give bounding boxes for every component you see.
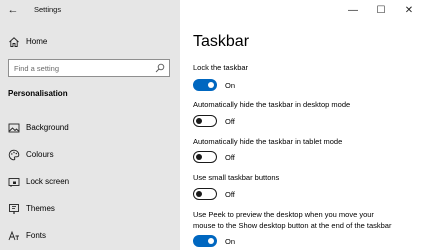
lock-screen-icon — [8, 178, 20, 187]
sidebar-item-label: Background — [26, 123, 69, 132]
setting-label-autohide-desktop: Automatically hide the taskbar in deskto… — [193, 100, 351, 109]
setting-label-peek-line2: mouse to the Show desktop button at the … — [193, 221, 392, 230]
search-input[interactable]: Find a setting — [8, 59, 170, 77]
toggle-lock-taskbar[interactable] — [193, 79, 217, 91]
sidebar-item-lock-screen[interactable]: Lock screen — [0, 171, 180, 193]
main-content: — ☐ ✕ Taskbar Lock the taskbar On Automa… — [180, 0, 423, 250]
toggle-state-label: Off — [225, 190, 235, 199]
page-title: Taskbar — [193, 33, 250, 50]
home-icon — [9, 37, 19, 47]
setting-label-peek-line1: Use Peek to preview the desktop when you… — [193, 210, 374, 219]
themes-brush-icon — [9, 204, 19, 214]
setting-label-small-buttons: Use small taskbar buttons — [193, 173, 280, 182]
close-button[interactable]: ✕ — [395, 0, 423, 20]
fonts-icon — [8, 230, 19, 241]
nav-home-label: Home — [26, 37, 48, 46]
toggle-state-label: Off — [225, 117, 235, 126]
toggle-autohide-tablet[interactable] — [193, 151, 217, 163]
sidebar-item-label: Lock screen — [26, 177, 70, 186]
palette-icon — [8, 149, 20, 161]
sidebar-item-fonts[interactable]: Fonts — [0, 225, 180, 247]
sidebar-item-colours[interactable]: Colours — [0, 144, 180, 166]
sidebar-item-label: Colours — [26, 150, 54, 159]
toggle-state-label: Off — [225, 153, 235, 162]
toggle-knob — [196, 190, 202, 197]
sidebar-item-label: Themes — [26, 204, 55, 213]
nav-home[interactable]: Home — [0, 32, 180, 52]
toggle-state-label: On — [225, 237, 236, 246]
toggle-knob — [196, 117, 202, 124]
maximize-button[interactable]: ☐ — [367, 0, 395, 20]
toggle-peek[interactable] — [193, 235, 217, 247]
setting-label-lock-taskbar: Lock the taskbar — [193, 63, 249, 72]
app-title: Settings — [34, 5, 62, 14]
sidebar-item-themes[interactable]: Themes — [0, 198, 180, 220]
back-arrow-icon[interactable]: ← — [6, 3, 20, 17]
image-icon — [8, 123, 20, 133]
section-title: Personalisation — [8, 89, 68, 98]
search-icon — [155, 63, 165, 73]
toggle-knob — [208, 237, 214, 244]
toggle-knob — [208, 81, 214, 88]
toggle-small-buttons[interactable] — [193, 188, 217, 200]
window-controls: — ☐ ✕ — [339, 0, 423, 20]
sidebar-item-label: Fonts — [26, 231, 47, 240]
sidebar-item-background[interactable]: Background — [0, 117, 180, 139]
toggle-state-label: On — [225, 81, 236, 90]
minimize-button[interactable]: — — [339, 0, 367, 20]
search-placeholder: Find a setting — [14, 63, 60, 73]
sidebar: ← Settings Home Find a setting Personali… — [0, 0, 180, 250]
setting-label-autohide-tablet: Automatically hide the taskbar in tablet… — [193, 137, 343, 146]
toggle-knob — [196, 153, 202, 160]
title-bar: ← Settings — [0, 0, 180, 22]
toggle-autohide-desktop[interactable] — [193, 115, 217, 127]
